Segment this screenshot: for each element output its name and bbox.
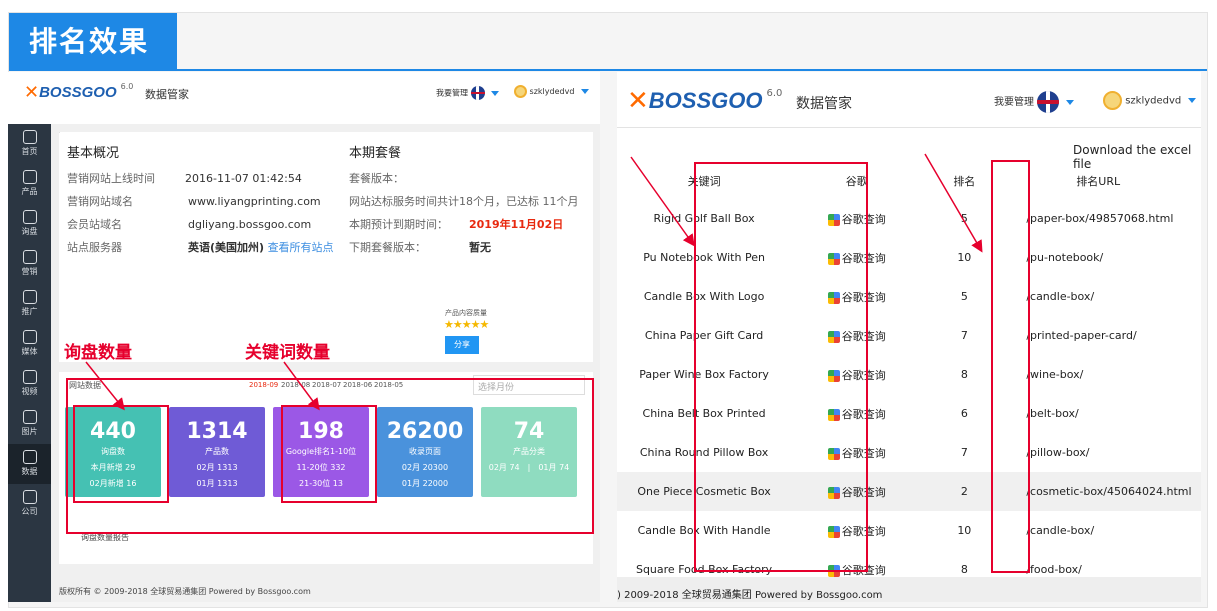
inquiry-arrow [85,361,125,411]
banner-title: 排名效果 [9,13,177,71]
keyword-arrow [283,361,320,411]
annotation-arrows [630,153,983,253]
keyword-arrow [630,156,695,247]
ranking-screen: ✕ BOSSGOO 6.0 数据管家 我要管理 szklydedvd Downl… [617,72,1201,602]
banner: 排名效果 [9,13,1207,71]
rank-arrow [924,153,983,253]
annotation-arrows [85,361,320,411]
dashboard-screen: ✕ BOSSGOO 6.0 数据管家 我要管理 szklydedvd 首页 产品询… [8,72,600,602]
